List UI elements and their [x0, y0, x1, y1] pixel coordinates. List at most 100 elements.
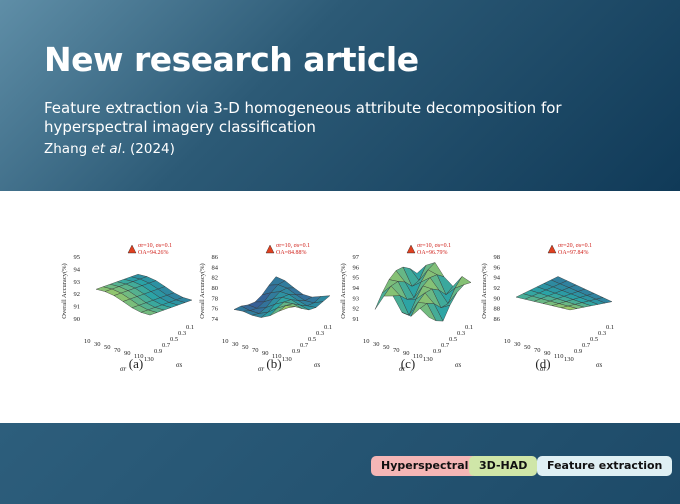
- z-tick-label: 0.9: [154, 348, 162, 355]
- y-tick-label: 95: [353, 275, 360, 282]
- tag-hyperspectral[interactable]: Hyperspectral: [371, 456, 479, 476]
- y-axis-label: Overall Accuracy(%): [340, 263, 347, 318]
- z-axis-label: σs: [596, 361, 602, 369]
- peak-marker: [127, 244, 137, 254]
- z-tick-label: 0.3: [178, 330, 186, 337]
- x-tick-label: 30: [514, 341, 521, 348]
- y-axis-label: Overall Accuracy(%): [199, 263, 206, 318]
- x-tick-label: 50: [524, 344, 531, 351]
- z-tick-label: 0.9: [292, 348, 300, 355]
- surface-plot-b: 86 84 82 80 78 76 74 Overall Accuracy(%) 10 30 50 7…: [196, 231, 346, 376]
- authors: Zhang et al. (2024): [44, 141, 175, 157]
- x-tick-label: 10: [363, 338, 370, 345]
- z-tick-label: 0.7: [162, 342, 171, 349]
- x-tick-label: 50: [383, 344, 390, 351]
- y-tick-label: 94: [494, 275, 501, 282]
- y-tick-label: 96: [353, 264, 360, 271]
- y-tick-label: 90: [74, 316, 81, 323]
- x-tick-label: 50: [242, 344, 249, 351]
- y-tick-label: 86: [212, 254, 219, 261]
- y-tick-label: 90: [494, 295, 501, 302]
- y-axis-label: Overall Accuracy(%): [61, 263, 68, 318]
- x-tick-label: 10: [222, 338, 229, 345]
- y-tick-label: 92: [74, 291, 81, 298]
- authors-year: . (2024): [121, 141, 175, 157]
- peak-marker: [406, 244, 416, 254]
- panel-label-d: (d): [535, 356, 551, 371]
- z-tick-label: 0.7: [300, 342, 309, 349]
- peak-annotation-oa: OA=84.88%: [276, 250, 307, 256]
- y-tick-label: 92: [353, 306, 360, 313]
- z-tick-label: 0.7: [582, 342, 591, 349]
- x-tick-label: 70: [114, 347, 121, 354]
- x-tick-label: 10: [504, 338, 511, 345]
- x-tick-label: 30: [232, 341, 239, 348]
- y-tick-label: 93: [74, 279, 81, 286]
- z-tick-label: 0.3: [457, 330, 465, 337]
- y-tick-label: 93: [353, 295, 360, 302]
- article-title: Feature extraction via 3-D homogeneous a…: [44, 99, 562, 136]
- y-tick-label: 80: [212, 285, 219, 292]
- surface-plot-b-svg: 86 84 82 80 78 76 74 Overall Accuracy(%) 10 30 50 7…: [199, 243, 332, 373]
- y-tick-label: 91: [74, 304, 81, 311]
- y-tick-label: 92: [494, 285, 501, 292]
- x-tick-label: 10: [84, 338, 91, 345]
- y-tick-label: 91: [353, 316, 360, 323]
- z-tick-label: 0.1: [186, 324, 194, 331]
- peak-annotation-params: σr=10, σs=0.1: [276, 243, 310, 249]
- tag-3d-had[interactable]: 3D-HAD: [469, 456, 538, 476]
- y-axis-label: Overall Accuracy(%): [481, 263, 488, 318]
- z-axis-label: σs: [176, 361, 182, 369]
- z-axis-label: σs: [455, 361, 461, 369]
- headline: New research article: [44, 40, 419, 79]
- z-axis-label: σs: [314, 361, 320, 369]
- x-tick-label: 130: [564, 356, 574, 363]
- surface-plot-d-svg: 98 96 94 92 90 88 86 Overall Accuracy(%) 10 30 50 7…: [481, 243, 614, 373]
- peak-annotation-oa: OA=94.26%: [138, 250, 169, 256]
- y-tick-label: 74: [212, 316, 219, 323]
- peak-annotation-params: σr=10, σs=0.1: [417, 243, 451, 249]
- peak-annotation-oa: OA=97.84%: [558, 250, 589, 256]
- y-tick-label: 97: [353, 254, 360, 261]
- peak-annotation-params: σr=10, σs=0.1: [138, 243, 172, 249]
- y-tick-label: 88: [494, 306, 501, 313]
- authors-name: Zhang: [44, 141, 92, 157]
- z-tick-label: 0.5: [449, 336, 457, 343]
- x-tick-label: 50: [104, 344, 111, 351]
- z-tick-label: 0.5: [170, 336, 178, 343]
- surface-plot-c-svg: 97 96 95 94 93 92 91 Overall Accuracy(%) 10 30 50 7…: [340, 243, 473, 373]
- y-tick-label: 76: [212, 306, 219, 313]
- z-tick-label: 0.9: [433, 348, 441, 355]
- z-tick-label: 0.1: [606, 324, 614, 331]
- header-banner: New research article Feature extraction …: [0, 0, 680, 191]
- y-tick-label: 95: [74, 254, 81, 261]
- surface-plot-a: 95 94 93 92 91 90 Overall Accuracy(%) 10 30 50 70 9…: [58, 231, 208, 376]
- z-tick-label: 0.1: [465, 324, 473, 331]
- surface-plot-c: 97 96 95 94 93 92 91 Overall Accuracy(%) 10 30 50 7…: [337, 231, 487, 376]
- y-tick-label: 98: [494, 254, 501, 261]
- z-tick-label: 0.3: [316, 330, 324, 337]
- figure-area: 95 94 93 92 91 90 Overall Accuracy(%) 10 30 50 70 9…: [0, 191, 680, 423]
- peak-annotation-params: σr=20, σs=0.1: [558, 243, 592, 249]
- x-tick-label: 30: [373, 341, 380, 348]
- y-tick-label: 86: [494, 316, 501, 323]
- z-tick-label: 0.3: [598, 330, 606, 337]
- x-tick-label: 70: [534, 347, 541, 354]
- y-tick-label: 78: [212, 295, 219, 302]
- peak-marker: [547, 244, 557, 254]
- panel-label-c: (c): [400, 356, 416, 371]
- panel-label-a: (a): [128, 356, 144, 371]
- surface-plot-a-svg: 959493929190Overall Accuracy(%)10 30 50 70 9…: [61, 243, 194, 373]
- peak-annotation-oa: OA=96.79%: [417, 250, 448, 256]
- footer-band: Hyperspectral 3D-HAD Feature extraction: [0, 423, 680, 504]
- y-tick-label: 94: [74, 266, 81, 273]
- peak-marker: [265, 244, 275, 254]
- z-tick-label: 0.5: [308, 336, 316, 343]
- tag-feature-extraction[interactable]: Feature extraction: [537, 456, 673, 476]
- y-tick-label: 94: [353, 285, 360, 292]
- y-tick-label: 84: [212, 264, 219, 271]
- surface-plot-d: 98 96 94 92 90 88 86 Overall Accuracy(%) 10 30 50 7…: [478, 231, 628, 376]
- x-tick-label: 70: [252, 347, 259, 354]
- z-tick-label: 0.9: [574, 348, 582, 355]
- y-tick-label: 96: [494, 264, 501, 271]
